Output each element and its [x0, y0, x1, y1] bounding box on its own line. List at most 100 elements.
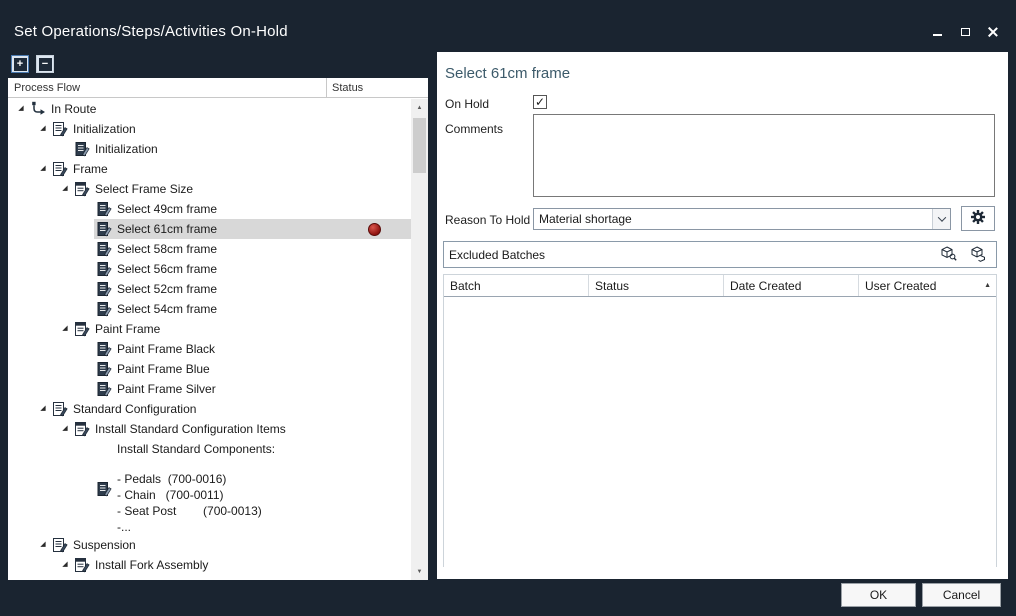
tree-item-label: Select 54cm frame: [117, 302, 217, 316]
collapse-all-button[interactable]: −: [36, 55, 54, 73]
tree-item[interactable]: ◢ Initialization: [8, 119, 411, 139]
column-header-status[interactable]: Status: [326, 78, 428, 97]
expander-icon[interactable]: ◢: [58, 319, 72, 339]
select-batches-button[interactable]: [965, 244, 991, 265]
step-icon: [96, 381, 112, 397]
tree-item[interactable]: ◢ Paint Frame: [8, 319, 411, 339]
tree-item[interactable]: Paint Frame Black: [8, 339, 411, 359]
tree-indent: [8, 249, 80, 250]
tree-item[interactable]: ◢In Route: [8, 99, 411, 119]
find-batches-button[interactable]: [935, 244, 961, 265]
ok-button[interactable]: OK: [841, 583, 916, 607]
tree-item[interactable]: Select 49cm frame: [8, 199, 411, 219]
tree-item[interactable]: Select 52cm frame: [8, 279, 411, 299]
close-button[interactable]: [982, 24, 1004, 40]
tree-item[interactable]: Paint Frame Blue: [8, 359, 411, 379]
expander-icon[interactable]: ◢: [58, 555, 72, 575]
tree-indent: [8, 149, 58, 150]
batches-table-body[interactable]: [444, 297, 996, 567]
minimize-button[interactable]: [926, 24, 948, 40]
details-panel: Select 61cm frame On Hold ✓ Comments Rea…: [437, 52, 1008, 579]
tree-item[interactable]: Paint Frame Silver: [8, 379, 411, 399]
tree-indent: [8, 169, 36, 170]
expander-icon[interactable]: ◢: [36, 119, 50, 139]
category-icon: [52, 121, 68, 137]
column-header-process-flow[interactable]: Process Flow: [8, 78, 326, 97]
reason-selected-value: Material shortage: [534, 212, 932, 226]
step-icon: [96, 241, 112, 257]
step-icon: [96, 281, 112, 297]
tree-indent: [8, 409, 36, 410]
tree-item[interactable]: Select 54cm frame: [8, 299, 411, 319]
tree-item-label: Initialization: [73, 122, 136, 136]
category-icon: [52, 401, 68, 417]
column-header-label: User Created: [865, 279, 936, 293]
tree-item-label: Install Fork Assembly: [95, 558, 208, 572]
combo-dropdown-button[interactable]: [932, 209, 950, 229]
expander-icon[interactable]: ◢: [36, 399, 50, 419]
step-icon: [96, 341, 112, 357]
tree-item[interactable]: ◢ Suspension: [8, 535, 411, 555]
minus-icon: −: [39, 58, 52, 71]
titlebar: Set Operations/Steps/Activities On-Hold: [0, 0, 1016, 50]
step-icon: [96, 221, 112, 237]
reason-settings-button[interactable]: [961, 206, 995, 231]
tree-item-label: Select 61cm frame: [117, 222, 217, 236]
cancel-button[interactable]: Cancel: [922, 583, 1001, 607]
category-icon: [52, 161, 68, 177]
tree-item-label: Install Standard Components:: [117, 442, 275, 456]
tree-item[interactable]: ◢Install Standard Configuration Items: [8, 419, 411, 439]
tree-item[interactable]: Install Standard Components:: [8, 439, 411, 459]
window-title: Set Operations/Steps/Activities On-Hold: [14, 23, 288, 40]
tree-item-label: Paint Frame: [95, 322, 160, 336]
step-icon: [96, 201, 112, 217]
tree-item-label: Select Frame Size: [95, 182, 193, 196]
comments-input[interactable]: [533, 114, 995, 197]
tree-item[interactable]: Select 61cm frame: [8, 219, 411, 239]
scroll-up-icon[interactable]: ▲: [411, 99, 428, 116]
expander-icon[interactable]: ◢: [58, 419, 72, 439]
chevron-down-icon: [937, 213, 945, 221]
tree-indent: [8, 129, 36, 130]
tree-item[interactable]: ◢Frame: [8, 159, 411, 179]
tree-item[interactable]: ◢Standard Configuration: [8, 399, 411, 419]
scroll-down-icon[interactable]: ▼: [411, 563, 428, 580]
column-header-user-created[interactable]: User Created ▲: [859, 275, 996, 296]
batches-table-header: Batch StatusDate Created User Created ▲: [444, 275, 996, 297]
gear-icon: [970, 209, 986, 228]
step-icon: [96, 301, 112, 317]
tree-scrollbar[interactable]: ▲ ▼: [411, 99, 428, 580]
operation-icon: [74, 181, 90, 197]
tree-indent: [8, 565, 58, 566]
selected-step-title: Select 61cm frame: [445, 65, 570, 82]
tree-item-label: Suspension: [73, 538, 136, 552]
column-header-status[interactable]: Status: [589, 275, 724, 296]
tree-toolbar: + −: [11, 55, 54, 73]
close-icon: [988, 27, 998, 37]
tree-item[interactable]: - Pedals (700-0016)- Chain (700-0011)- S…: [8, 471, 411, 535]
column-header-label: Batch: [450, 279, 481, 293]
on-hold-checkbox[interactable]: ✓: [533, 95, 547, 109]
sort-ascending-icon: ▲: [984, 282, 991, 289]
column-header-batch[interactable]: Batch: [444, 275, 589, 296]
tree-item[interactable]: Initialization: [8, 139, 411, 159]
column-header-date-created[interactable]: Date Created: [724, 275, 859, 296]
tree-item[interactable]: ◢ Select Frame Size: [8, 179, 411, 199]
expander-icon[interactable]: ◢: [36, 535, 50, 555]
operation-icon: [74, 321, 90, 337]
reason-to-hold-select[interactable]: Material shortage: [533, 208, 951, 230]
step-icon: [96, 481, 112, 497]
tree-item-label: Select 58cm frame: [117, 242, 217, 256]
tree-item[interactable]: Select 56cm frame: [8, 259, 411, 279]
expander-icon[interactable]: ◢: [14, 99, 28, 119]
scrollbar-thumb[interactable]: [413, 118, 426, 173]
tree-indent: [8, 471, 80, 472]
excluded-batches-title: Excluded Batches: [449, 248, 931, 262]
expand-all-button[interactable]: +: [11, 55, 29, 73]
tree-item[interactable]: Select 58cm frame: [8, 239, 411, 259]
tree-item[interactable]: ◢ Install Fork Assembly: [8, 555, 411, 575]
expander-icon[interactable]: ◢: [58, 179, 72, 199]
maximize-button[interactable]: [954, 24, 976, 40]
expander-icon[interactable]: ◢: [36, 159, 50, 179]
tree-indent: [8, 229, 80, 230]
